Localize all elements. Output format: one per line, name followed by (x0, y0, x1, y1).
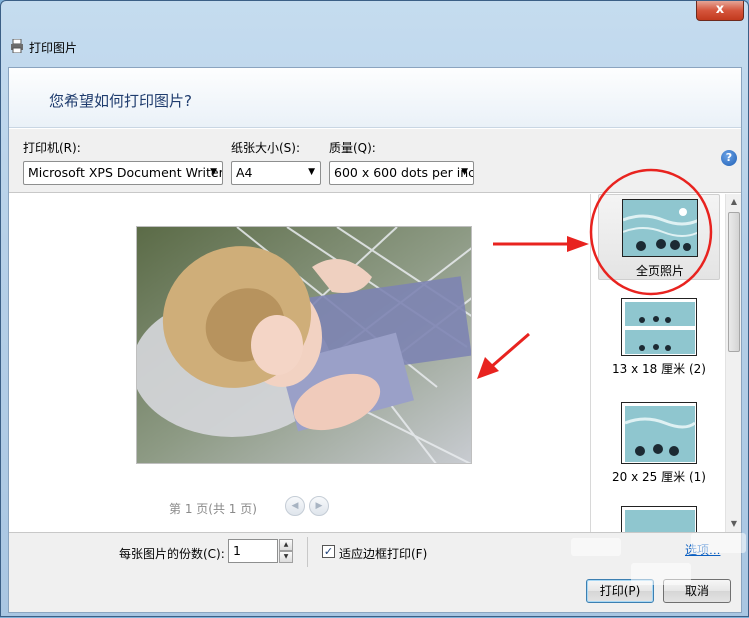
header-band: 您希望如何打印图片? (9, 68, 741, 128)
layout-item-20x25[interactable]: 20 x 25 厘米 (1) (598, 402, 720, 484)
fit-to-frame-label: 适应边框打印(F) (339, 547, 428, 561)
layout-thumbnail (621, 402, 697, 464)
spin-down-icon[interactable]: ▼ (279, 551, 293, 563)
check-icon: ✓ (323, 545, 334, 558)
photo-preview-image (137, 227, 471, 463)
layout-list: 全页照片 13 x 18 厘米 (2) 20 x 25 厘米 (1) (590, 194, 741, 532)
scroll-thumb[interactable] (728, 212, 740, 352)
copies-label: 每张图片的份数(C): (119, 547, 225, 561)
help-icon[interactable]: ? (721, 150, 737, 166)
print-options-bar: 打印机(R): Microsoft XPS Document Writer ▼ … (9, 129, 741, 193)
options-link[interactable]: 选项... (685, 541, 720, 558)
spin-up-icon[interactable]: ▲ (279, 539, 293, 551)
layout-item-full-page[interactable]: 全页照片 (598, 194, 720, 280)
printer-icon (11, 39, 23, 53)
printer-select[interactable]: Microsoft XPS Document Writer ▼ (23, 161, 223, 185)
divider (307, 537, 308, 567)
print-button[interactable]: 打印(P) (586, 579, 654, 603)
quality-label: 质量(Q): (329, 141, 376, 155)
previous-page-button[interactable]: ◀ (285, 496, 305, 516)
paper-size-select[interactable]: A4 ▼ (231, 161, 321, 185)
page-title: 您希望如何打印图片? (49, 92, 192, 110)
fit-to-frame-checkbox[interactable]: ✓ (322, 545, 335, 558)
window-title: 打印图片 (29, 41, 78, 55)
dropdown-arrow-icon: ▼ (461, 167, 468, 177)
title-bar: 打印图片 x (1, 1, 748, 63)
dropdown-arrow-icon: ▼ (308, 167, 315, 177)
close-button[interactable]: x (696, 1, 744, 21)
printer-select-value: Microsoft XPS Document Writer (28, 165, 223, 180)
layout-label: 13 x 18 厘米 (2) (612, 362, 706, 376)
photo-preview (136, 226, 472, 464)
scroll-down-icon[interactable]: ▼ (726, 516, 742, 532)
layout-label: 全页照片 (635, 264, 684, 278)
print-preview-area: 第 1 页(共 1 页) ◀ ▶ (9, 194, 589, 532)
scroll-up-icon[interactable]: ▲ (726, 194, 742, 210)
print-pictures-window: 打印图片 x 您希望如何打印图片? 打印机(R): Microsoft XPS … (0, 0, 749, 617)
cancel-button[interactable]: 取消 (663, 579, 731, 603)
quality-select[interactable]: 600 x 600 dots per inch ▼ (329, 161, 474, 185)
dropdown-arrow-icon: ▼ (210, 167, 217, 177)
layout-item-more[interactable] (598, 506, 720, 532)
next-page-button[interactable]: ▶ (309, 496, 329, 516)
paper-size-value: A4 (236, 165, 253, 180)
copies-input[interactable]: 1 (228, 539, 278, 563)
printer-label: 打印机(R): (23, 141, 81, 155)
layout-label: 20 x 25 厘米 (1) (612, 470, 706, 484)
page-indicator: 第 1 页(共 1 页) (169, 502, 257, 516)
dialog-content: 您希望如何打印图片? 打印机(R): Microsoft XPS Documen… (8, 67, 742, 613)
bottom-bar: 每张图片的份数(C): 1 ▲ ▼ ✓ 适应边框打印(F) 选项... 打印(P… (9, 532, 741, 612)
layout-thumbnail (621, 506, 697, 532)
layout-item-13x18[interactable]: 13 x 18 厘米 (2) (598, 298, 720, 376)
chevron-left-icon: ◀ (291, 501, 299, 511)
layout-thumbnail (621, 298, 697, 356)
chevron-right-icon: ▶ (315, 501, 323, 511)
layout-thumbnail (622, 199, 698, 257)
quality-value: 600 x 600 dots per inch (334, 165, 474, 180)
layout-scrollbar[interactable]: ▲ ▼ (725, 194, 741, 532)
paper-size-label: 纸张大小(S): (231, 141, 301, 155)
